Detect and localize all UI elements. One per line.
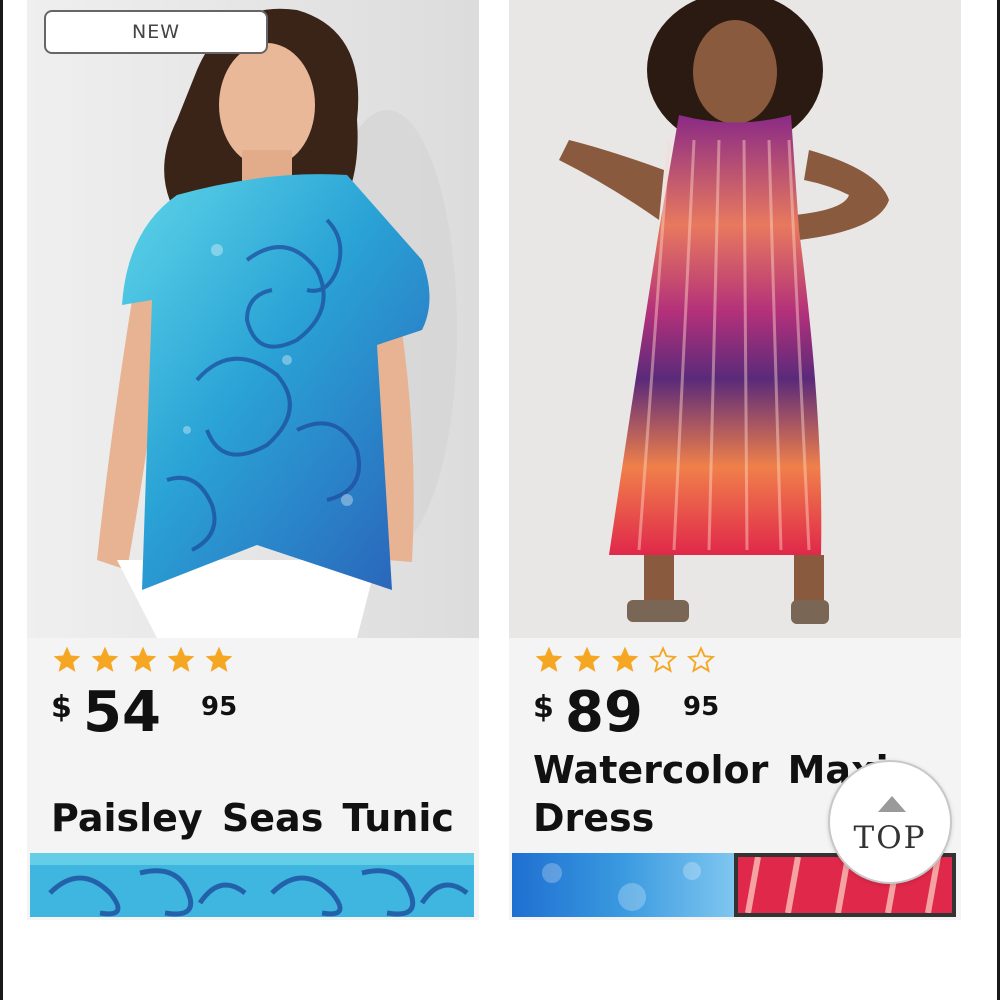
star-icon (205, 646, 233, 672)
new-badge: NEW (44, 10, 268, 54)
price-dollars: 54 (83, 680, 161, 745)
star-icon (91, 646, 119, 672)
price-dollars: 89 (565, 680, 643, 745)
star-icon (535, 646, 563, 672)
price-cents: 95 (683, 692, 720, 722)
left-edge (0, 0, 3, 1000)
back-to-top-label: TOP (853, 820, 927, 856)
star-icon (129, 646, 157, 672)
back-to-top-button[interactable]: TOP (828, 760, 952, 884)
price-cents: 95 (201, 692, 238, 722)
color-swatch[interactable] (30, 853, 252, 917)
star-icon (167, 646, 195, 672)
color-swatch[interactable] (512, 853, 734, 917)
star-icon (53, 646, 81, 672)
product-image[interactable] (509, 0, 961, 638)
star-outline-icon (686, 645, 716, 673)
product-image[interactable]: NEW (27, 0, 479, 638)
arrow-up-icon (878, 796, 906, 812)
price-currency: $ (51, 690, 72, 725)
color-swatches (30, 853, 474, 917)
rating-stars (51, 644, 235, 676)
star-icon (573, 646, 601, 672)
star-icon (611, 646, 639, 672)
product-name[interactable]: Paisley Seas Tunic (51, 794, 471, 842)
product-card[interactable]: NEW $ 54 95 Paisley Seas Tunic (27, 0, 479, 920)
rating-stars (533, 644, 717, 676)
color-swatch[interactable] (252, 853, 474, 917)
star-outline-icon (648, 645, 678, 673)
price-currency: $ (533, 690, 554, 725)
